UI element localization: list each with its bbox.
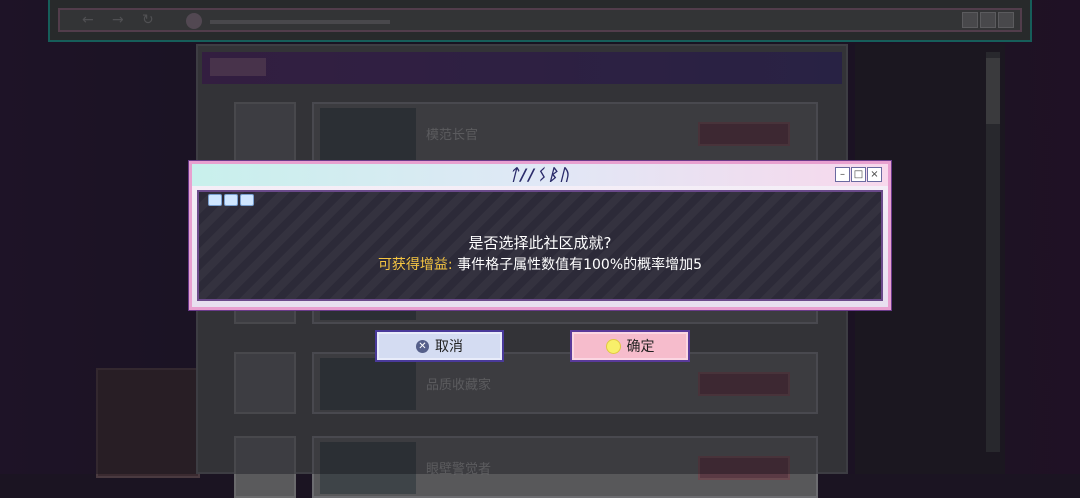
dialog-body: 是否选择此社区成就? 可获得增益: 事件格子属性数值有100%的概率增加5 — [197, 190, 883, 301]
cancel-button-label: 取消 — [435, 339, 463, 355]
dialog-decor-icons — [208, 194, 254, 206]
dialog-title-bar: ᛏ//ᛊᛒᚢ – □ × — [192, 164, 888, 186]
confirm-dialog: ᛏ//ᛊᛒᚢ – □ × 是否选择此社区成就? 可获得增益: 事件格子属性数值有… — [189, 161, 891, 310]
benefit-label: 可获得增益: — [377, 257, 453, 273]
benefit-text: 事件格子属性数值有100%的概率增加5 — [457, 257, 703, 273]
dialog-window-buttons: – □ × — [835, 167, 882, 182]
dialog-question: 是否选择此社区成就? — [468, 234, 612, 252]
confirm-button-label: 确定 — [626, 339, 655, 355]
cancel-button[interactable]: ✕ 取消 — [375, 330, 504, 362]
dialog-title: ᛏ//ᛊᛒᚢ — [508, 165, 572, 184]
confirm-button[interactable]: 确定 — [570, 330, 690, 362]
close-icon[interactable]: × — [867, 167, 882, 182]
minimize-icon[interactable]: – — [835, 167, 850, 182]
cancel-icon: ✕ — [416, 339, 429, 353]
confirm-icon — [605, 338, 621, 354]
maximize-icon[interactable]: □ — [851, 167, 866, 182]
dialog-benefit: 可获得增益: 事件格子属性数值有100%的概率增加5 — [199, 254, 881, 274]
